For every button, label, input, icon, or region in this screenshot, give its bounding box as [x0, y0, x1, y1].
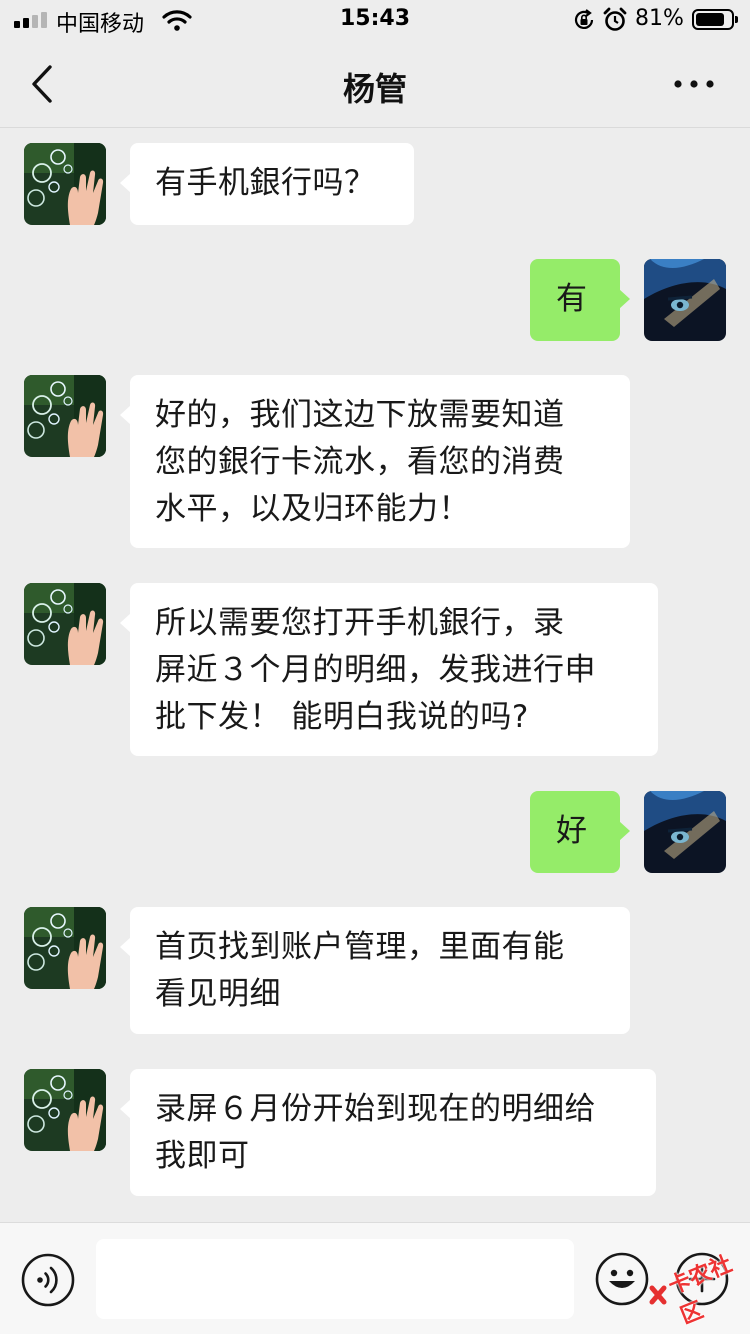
contact-avatar[interactable]: [24, 1069, 106, 1151]
battery-icon: [692, 9, 738, 30]
input-bar: [0, 1222, 750, 1334]
nav-bar: 杨管: [0, 40, 750, 128]
message-input[interactable]: [96, 1239, 574, 1319]
contact-avatar[interactable]: [24, 907, 106, 989]
rotation-lock-icon: [572, 8, 596, 38]
contact-avatar[interactable]: [24, 583, 106, 665]
message-text: 好: [556, 813, 588, 849]
message-text: 录屏６月份开始到现在的明细给 我即可: [155, 1091, 596, 1174]
emoji-button[interactable]: [594, 1251, 650, 1307]
message-text: 有: [556, 281, 588, 317]
message-bubble[interactable]: 所以需要您打开手机銀行，录 屏近３个月的明细，发我进行申 批下发！ 能明白我说的…: [120, 583, 658, 756]
voice-icon: [21, 1253, 75, 1307]
alarm-icon: [603, 7, 627, 39]
message-text: 好的，我们这边下放需要知道 您的銀行卡流水，看您的消费 水平，以及归环能力！: [155, 397, 565, 527]
self-avatar[interactable]: [644, 259, 726, 341]
contact-avatar[interactable]: [24, 143, 106, 225]
self-avatar[interactable]: [644, 791, 726, 873]
voice-button[interactable]: [20, 1252, 76, 1308]
message-text: 首页找到账户管理，里面有能 看见明细: [155, 929, 565, 1012]
message-text: 有手机銀行吗？: [155, 165, 376, 201]
emoji-icon: [595, 1252, 649, 1306]
message-bubble[interactable]: 好: [530, 791, 630, 873]
message-bubble[interactable]: 有手机銀行吗？: [120, 143, 414, 225]
chat-title: 杨管: [342, 70, 407, 108]
more-button[interactable]: [672, 70, 716, 98]
more-icon: [674, 80, 714, 88]
status-bar: 中国移动 15:43 81%: [0, 0, 750, 40]
message-bubble[interactable]: 录屏６月份开始到现在的明细给 我即可: [120, 1069, 656, 1196]
message-text: 所以需要您打开手机銀行，录 屏近３个月的明细，发我进行申 批下发！ 能明白我说的…: [155, 605, 596, 735]
battery-percent: 81%: [635, 6, 684, 31]
message-bubble[interactable]: 有: [530, 259, 630, 341]
message-bubble[interactable]: 首页找到账户管理，里面有能 看见明细: [120, 907, 630, 1034]
message-bubble[interactable]: 好的，我们这边下放需要知道 您的銀行卡流水，看您的消费 水平，以及归环能力！: [120, 375, 630, 548]
contact-avatar[interactable]: [24, 375, 106, 457]
